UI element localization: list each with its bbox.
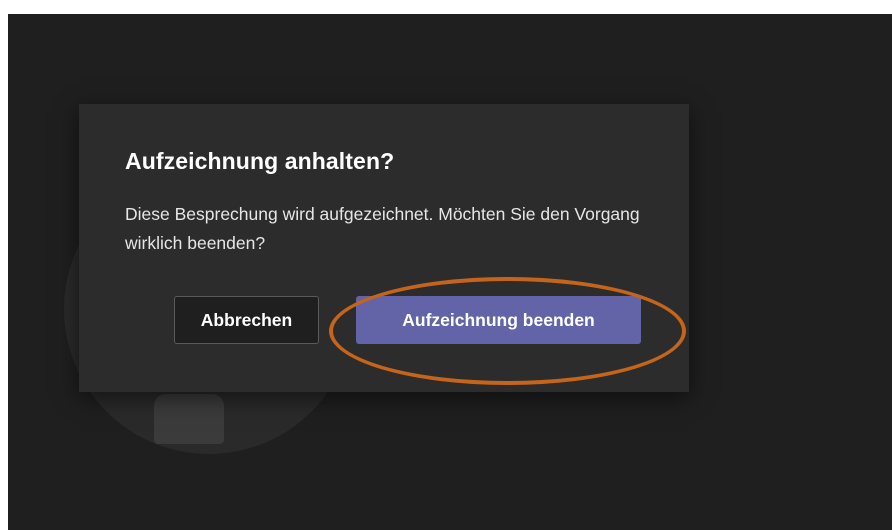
cancel-button[interactable]: Abbrechen: [174, 296, 319, 344]
stop-recording-button[interactable]: Aufzeichnung beenden: [356, 296, 641, 344]
dialog-title: Aufzeichnung anhalten?: [125, 148, 395, 174]
avatar-figure-silhouette: [154, 394, 224, 444]
dialog-message: Diese Besprechung wird aufgezeichnet. Mö…: [125, 204, 640, 253]
stop-recording-dialog: Aufzeichnung anhalten? Diese Besprechung…: [79, 104, 689, 392]
